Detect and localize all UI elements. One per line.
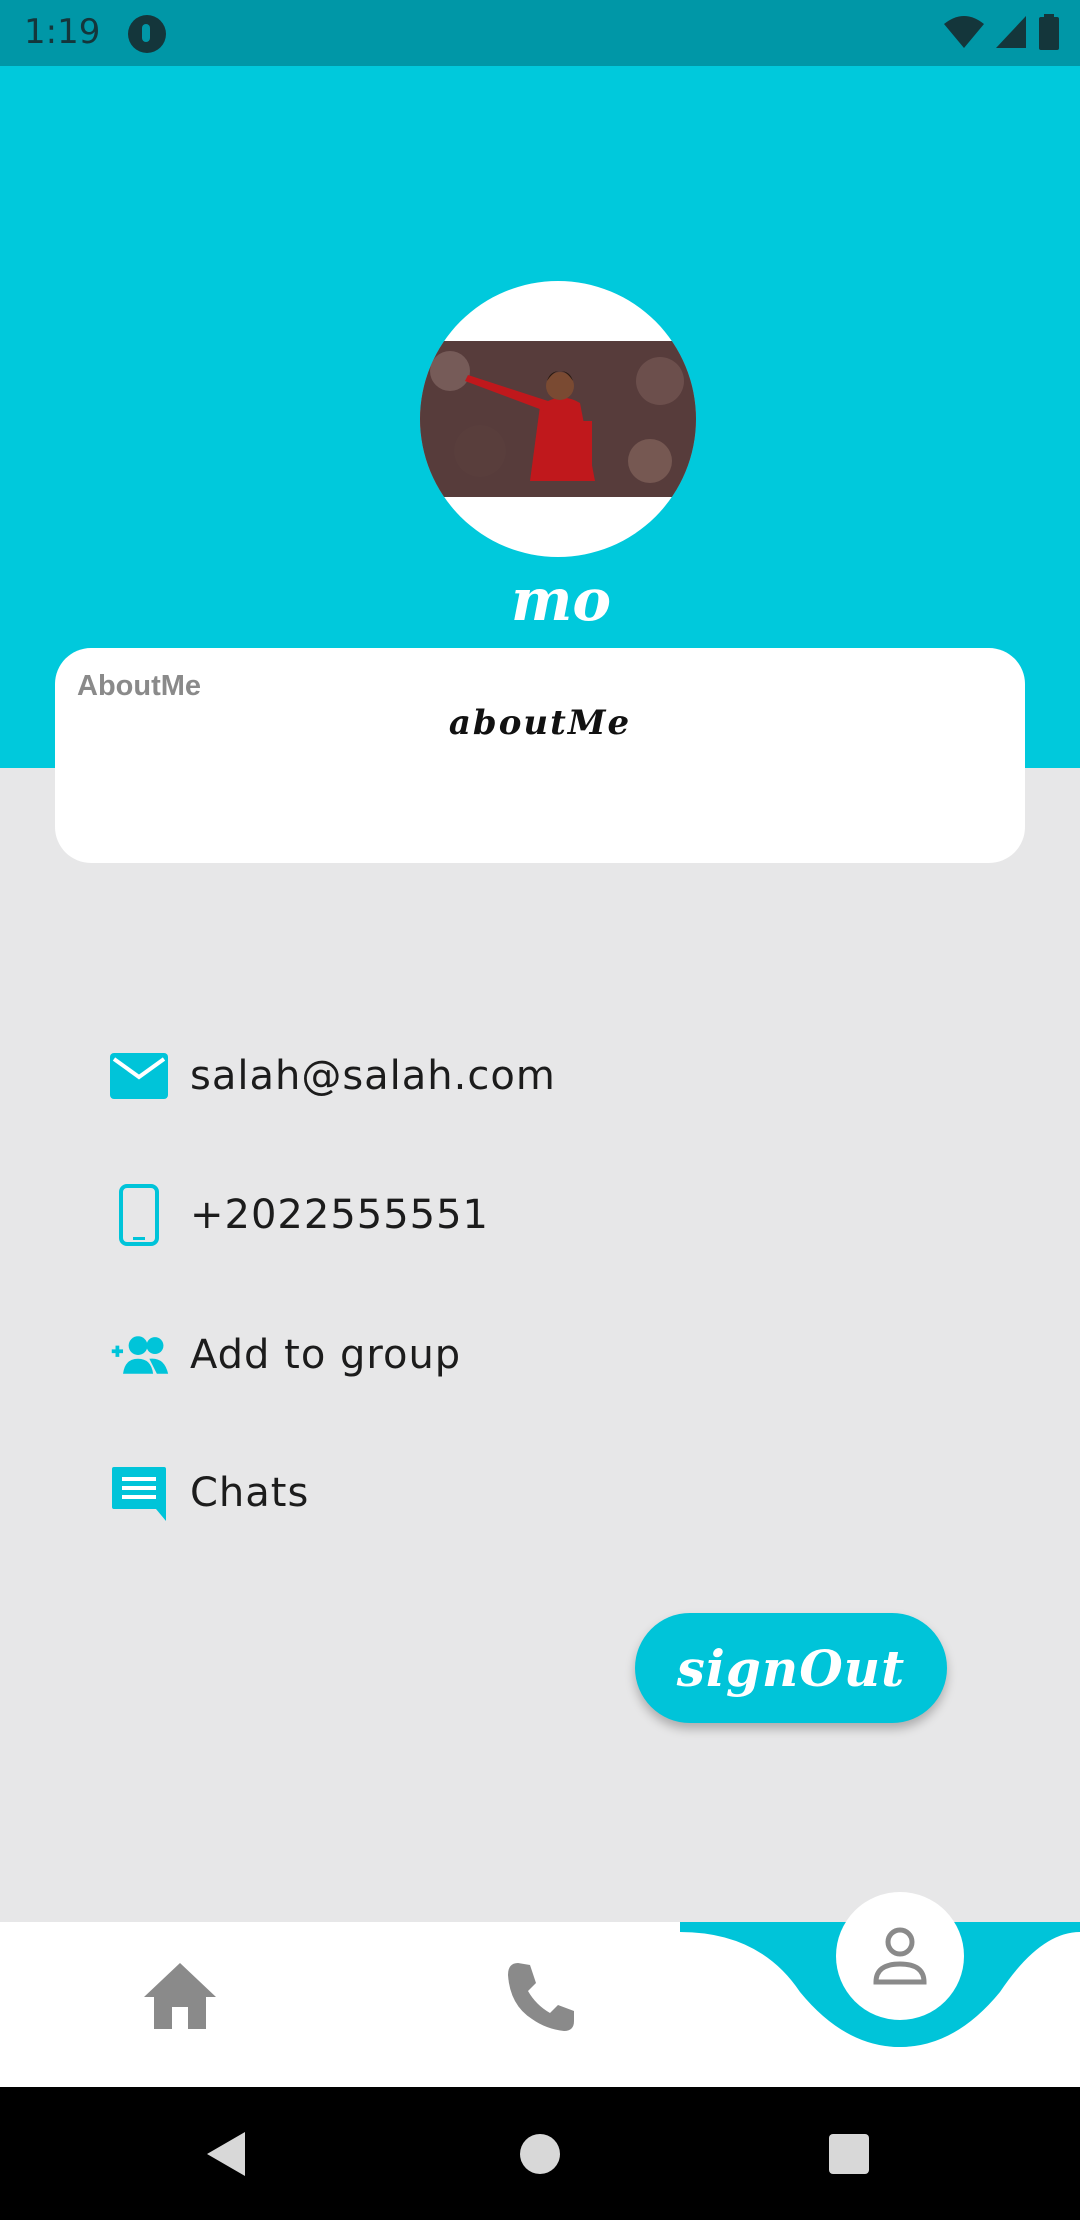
status-bar: 1:19 — [0, 0, 1080, 66]
nav-profile-button[interactable] — [836, 1892, 964, 2020]
phone-row[interactable]: +2022555551 — [108, 1180, 489, 1250]
add-group-icon — [108, 1324, 170, 1386]
recents-icon[interactable] — [829, 2134, 869, 2174]
signal-icon — [996, 16, 1026, 48]
add-to-group-label: Add to group — [190, 1332, 462, 1378]
email-icon — [108, 1045, 170, 1107]
wifi-icon — [944, 16, 984, 48]
sign-out-button[interactable]: signOut — [635, 1613, 947, 1723]
email-row[interactable]: salah@salah.com — [108, 1041, 556, 1111]
back-icon[interactable] — [205, 2130, 247, 2178]
status-icons — [944, 14, 1060, 50]
chat-icon — [108, 1462, 170, 1524]
chats-label: Chats — [190, 1470, 310, 1516]
phone-text: +2022555551 — [190, 1192, 490, 1238]
bottom-navigation — [0, 1892, 1080, 2087]
avatar[interactable] — [420, 281, 696, 557]
about-text: aboutMe — [448, 703, 632, 743]
add-to-group-row[interactable]: Add to group — [108, 1320, 461, 1390]
home-icon[interactable] — [140, 1957, 220, 2037]
app-notification-icon — [128, 15, 166, 53]
status-time: 1:19 — [24, 12, 101, 52]
profile-name: mo — [510, 566, 612, 634]
home-nav-icon[interactable] — [520, 2134, 560, 2174]
phone-icon[interactable] — [500, 1957, 580, 2037]
chats-row[interactable]: Chats — [108, 1458, 309, 1528]
person-icon — [873, 1927, 927, 1985]
about-label: AboutMe — [77, 670, 202, 702]
profile-photo — [420, 341, 696, 497]
mobile-icon — [108, 1184, 170, 1246]
system-navigation-bar — [0, 2087, 1080, 2220]
email-text: salah@salah.com — [190, 1053, 556, 1099]
battery-icon — [1039, 14, 1059, 50]
about-card: AboutMe aboutMe — [55, 648, 1025, 863]
